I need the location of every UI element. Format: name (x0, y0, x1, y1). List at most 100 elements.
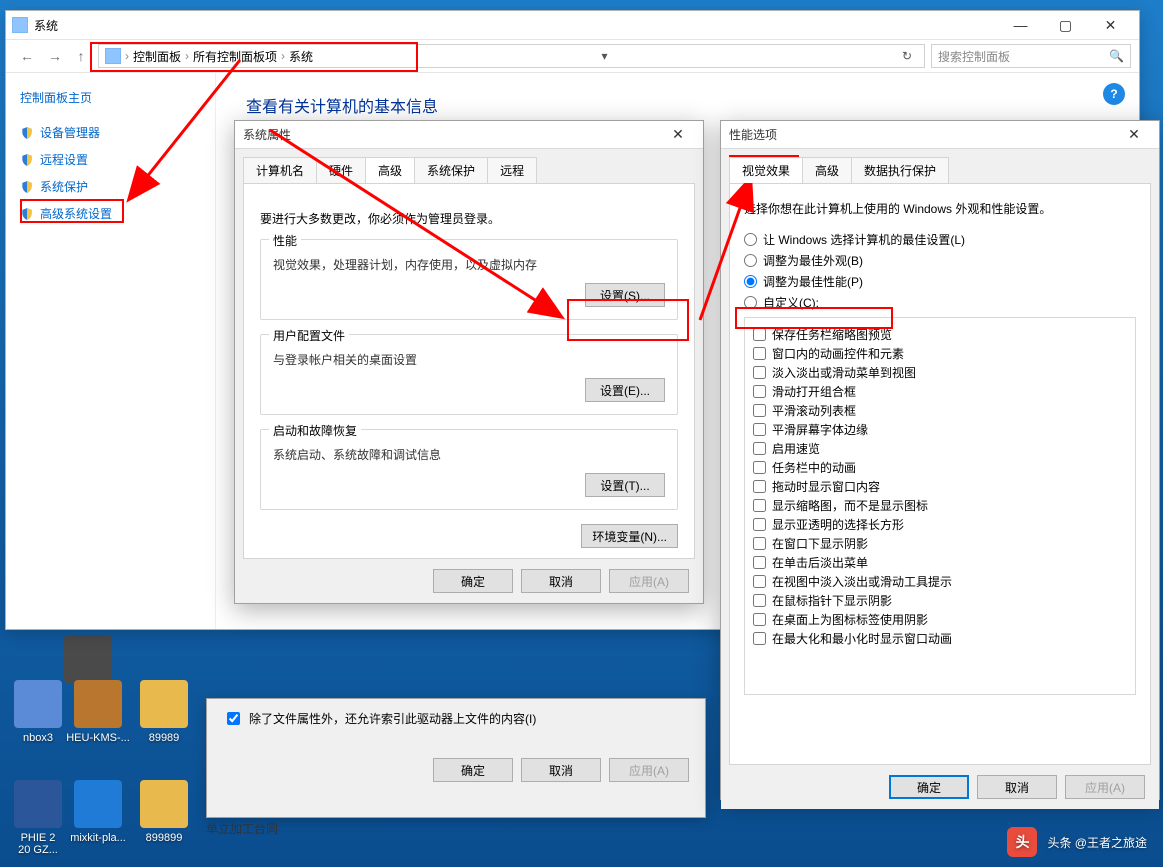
perf-check-input-5[interactable] (753, 423, 766, 436)
perf-check-label-14: 在鼠标指针下显示阴影 (772, 592, 892, 609)
perf-check-input-7[interactable] (753, 461, 766, 474)
close-button[interactable]: ✕ (1088, 11, 1133, 39)
sidebar-item-3[interactable]: 高级系统设置 (20, 205, 201, 222)
perf-check-label-7: 任务栏中的动画 (772, 459, 856, 476)
maximize-button[interactable]: ▢ (1043, 11, 1088, 39)
perf-apply-button[interactable]: 应用(A) (1065, 775, 1145, 799)
forward-button[interactable]: → (42, 45, 64, 67)
perf-check-7[interactable]: 任务栏中的动画 (753, 459, 1127, 476)
perf-check-5[interactable]: 平滑屏幕字体边缘 (753, 421, 1127, 438)
perf-close-button[interactable]: ✕ (1117, 125, 1151, 145)
sidebar-item-1[interactable]: 远程设置 (20, 151, 201, 168)
desktop-icon-6[interactable]: 899899 (126, 780, 202, 844)
perf-tab-1[interactable]: 高级 (802, 157, 852, 183)
sysprops-tab-0[interactable]: 计算机名 (243, 157, 317, 183)
perf-check-input-0[interactable] (753, 328, 766, 341)
perf-check-input-1[interactable] (753, 347, 766, 360)
perf-check-input-10[interactable] (753, 518, 766, 531)
perf-check-13[interactable]: 在视图中淡入淡出或滑动工具提示 (753, 573, 1127, 590)
sysprops-ok-button[interactable]: 确定 (433, 569, 513, 593)
under-ok-button[interactable]: 确定 (433, 758, 513, 782)
perf-check-10[interactable]: 显示亚透明的选择长方形 (753, 516, 1127, 533)
perf-check-input-3[interactable] (753, 385, 766, 398)
perf-check-3[interactable]: 滑动打开组合框 (753, 383, 1127, 400)
perf-check-input-15[interactable] (753, 613, 766, 626)
perf-check-input-9[interactable] (753, 499, 766, 512)
under-cancel-button[interactable]: 取消 (521, 758, 601, 782)
back-button[interactable]: ← (14, 45, 36, 67)
perf-check-input-4[interactable] (753, 404, 766, 417)
perf-check-input-13[interactable] (753, 575, 766, 588)
perf-check-9[interactable]: 显示缩略图，而不是显示图标 (753, 497, 1127, 514)
sysprops-tab-3[interactable]: 系统保护 (414, 157, 488, 183)
sysprops-tab-2[interactable]: 高级 (365, 157, 415, 183)
perf-check-input-16[interactable] (753, 632, 766, 645)
search-input[interactable]: 搜索控制面板 🔍 (931, 44, 1131, 68)
sidebar-link-2[interactable]: 系统保护 (40, 178, 88, 195)
up-button[interactable]: ↑ (70, 45, 92, 67)
perf-tab-0[interactable]: 视觉效果 (729, 157, 803, 183)
perf-check-input-8[interactable] (753, 480, 766, 493)
under-apply-button[interactable]: 应用(A) (609, 758, 689, 782)
perf-check-14[interactable]: 在鼠标指针下显示阴影 (753, 592, 1127, 609)
index-contents-checkbox[interactable] (227, 712, 240, 725)
perf-check-2[interactable]: 淡入淡出或滑动菜单到视图 (753, 364, 1127, 381)
sidebar-link-1[interactable]: 远程设置 (40, 151, 88, 168)
sidebar-home[interactable]: 控制面板主页 (20, 89, 201, 106)
breadcrumb-dropdown-icon[interactable]: ▾ (594, 49, 616, 63)
perf-radio-3[interactable]: 自定义(C): (744, 294, 1136, 311)
perf-radio-2[interactable]: 调整为最佳性能(P) (744, 273, 1136, 290)
env-vars-button[interactable]: 环境变量(N)... (581, 524, 678, 548)
desktop-icon-3[interactable]: 89989 (126, 680, 202, 744)
desktop-icon-2[interactable]: HEU-KMS-... (60, 680, 136, 744)
startup-settings-button[interactable]: 设置(T)... (585, 473, 665, 497)
sidebar-item-0[interactable]: 设备管理器 (20, 124, 201, 141)
perf-check-input-11[interactable] (753, 537, 766, 550)
desktop-icon-5[interactable]: mixkit-pla... (60, 780, 136, 844)
perf-tab-2[interactable]: 数据执行保护 (851, 157, 949, 183)
profile-settings-button[interactable]: 设置(E)... (585, 378, 665, 402)
perf-radio-0[interactable]: 让 Windows 选择计算机的最佳设置(L) (744, 231, 1136, 248)
crumb-1[interactable]: 所有控制面板项 (193, 48, 277, 65)
titlebar[interactable]: 系统 — ▢ ✕ (6, 11, 1139, 39)
perf-check-12[interactable]: 在单击后淡出菜单 (753, 554, 1127, 571)
perf-check-0[interactable]: 保存任务栏缩略图预览 (753, 326, 1127, 343)
file-icon (74, 780, 122, 828)
sidebar-link-0[interactable]: 设备管理器 (40, 124, 100, 141)
perf-check-6[interactable]: 启用速览 (753, 440, 1127, 457)
breadcrumb[interactable]: › 控制面板 › 所有控制面板项 › 系统 ▾ ↻ (98, 44, 925, 68)
perf-check-8[interactable]: 拖动时显示窗口内容 (753, 478, 1127, 495)
perf-cancel-button[interactable]: 取消 (977, 775, 1057, 799)
perf-radio-input-2[interactable] (744, 275, 757, 288)
perf-settings-button[interactable]: 设置(S)... (585, 283, 665, 307)
perf-checklist[interactable]: 保存任务栏缩略图预览窗口内的动画控件和元素淡入淡出或滑动菜单到视图滑动打开组合框… (744, 317, 1136, 695)
perf-check-4[interactable]: 平滑滚动列表框 (753, 402, 1127, 419)
sysprops-cancel-button[interactable]: 取消 (521, 569, 601, 593)
perf-check-15[interactable]: 在桌面上为图标标签使用阴影 (753, 611, 1127, 628)
help-icon[interactable]: ? (1103, 83, 1125, 105)
perf-check-16[interactable]: 在最大化和最小化时显示窗口动画 (753, 630, 1127, 647)
sidebar-item-2[interactable]: 系统保护 (20, 178, 201, 195)
sidebar-link-3[interactable]: 高级系统设置 (40, 205, 112, 222)
perf-check-input-6[interactable] (753, 442, 766, 455)
sysprops-close-button[interactable]: ✕ (661, 125, 695, 145)
perf-radio-1[interactable]: 调整为最佳外观(B) (744, 252, 1136, 269)
perf-radio-input-1[interactable] (744, 254, 757, 267)
group-startup-desc: 系统启动、系统故障和调试信息 (273, 446, 665, 463)
perf-ok-button[interactable]: 确定 (889, 775, 969, 799)
perf-check-input-2[interactable] (753, 366, 766, 379)
crumb-2[interactable]: 系统 (289, 48, 313, 65)
perf-radio-input-0[interactable] (744, 233, 757, 246)
sysprops-tab-1[interactable]: 硬件 (316, 157, 366, 183)
perf-radio-input-3[interactable] (744, 296, 757, 309)
perf-check-input-12[interactable] (753, 556, 766, 569)
sysprops-apply-button[interactable]: 应用(A) (609, 569, 689, 593)
system-properties-dialog: 系统属性 ✕ 计算机名硬件高级系统保护远程 要进行大多数更改，你必须作为管理员登… (234, 120, 704, 604)
sysprops-tab-4[interactable]: 远程 (487, 157, 537, 183)
perf-check-1[interactable]: 窗口内的动画控件和元素 (753, 345, 1127, 362)
crumb-0[interactable]: 控制面板 (133, 48, 181, 65)
minimize-button[interactable]: — (998, 11, 1043, 39)
perf-check-11[interactable]: 在窗口下显示阴影 (753, 535, 1127, 552)
breadcrumb-refresh-icon[interactable]: ↻ (896, 49, 918, 63)
perf-check-input-14[interactable] (753, 594, 766, 607)
